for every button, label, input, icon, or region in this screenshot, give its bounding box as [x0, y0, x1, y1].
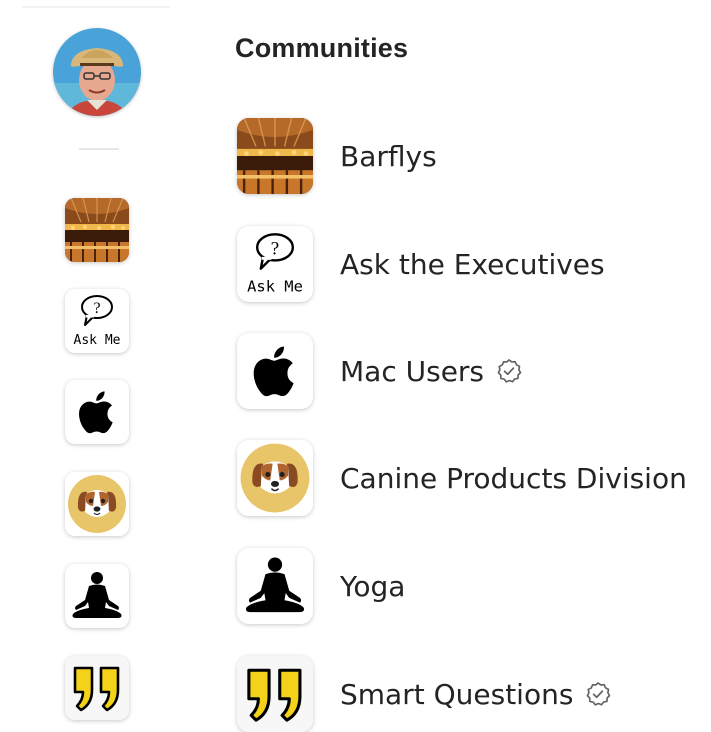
community-item-smart-questions[interactable]: Smart Questions	[230, 648, 700, 732]
community-icon	[237, 548, 313, 624]
community-name: Canine Products Division	[340, 461, 687, 495]
meditation-figure-icon	[65, 564, 129, 628]
verified-badge	[496, 358, 522, 384]
svg-text:?: ?	[271, 239, 279, 260]
rail-community-canine-products-division[interactable]	[65, 472, 129, 536]
rail-community-mac-users[interactable]	[65, 380, 129, 444]
community-icon	[237, 440, 313, 516]
rail-top-divider	[22, 6, 170, 8]
yellow-quote-marks-icon	[237, 656, 313, 732]
svg-text:Ask Me: Ask Me	[247, 277, 303, 295]
community-item-mac-users[interactable]: Mac Users	[230, 325, 700, 417]
bar-interior-photo-icon	[65, 198, 129, 262]
meditation-figure-icon	[237, 548, 313, 624]
user-avatar[interactable]	[53, 28, 141, 116]
community-item-barflys[interactable]: Barflys	[230, 110, 700, 202]
community-name: Smart Questions	[340, 677, 574, 711]
apple-logo-icon	[65, 380, 129, 444]
dog-face-icon	[237, 440, 313, 516]
community-item-ask-the-executives[interactable]: ? Ask Me Ask the Executives	[230, 218, 700, 310]
rail-community-smart-questions[interactable]	[65, 656, 129, 720]
apple-logo-icon	[237, 333, 313, 409]
svg-text:Ask Me: Ask Me	[74, 333, 121, 348]
ask-me-speech-bubble-icon: ? Ask Me	[74, 295, 121, 348]
ask-me-speech-bubble-icon: ? Ask Me	[247, 233, 303, 295]
rail-divider	[79, 148, 119, 150]
yellow-quote-marks-icon	[65, 656, 129, 720]
communities-pane: ? Ask Me Communities Barflys ? Ask Me As…	[0, 0, 711, 732]
rail-community-barflys[interactable]	[65, 198, 129, 262]
verified-badge-icon	[585, 681, 611, 707]
verified-badge-icon	[496, 358, 522, 384]
community-icon	[237, 333, 313, 409]
user-avatar-photo-icon	[53, 28, 141, 116]
community-icon: ? Ask Me	[237, 226, 313, 302]
community-icon	[237, 656, 313, 732]
page-title: Communities	[235, 33, 409, 63]
community-item-yoga[interactable]: Yoga	[230, 540, 700, 632]
rail-community-yoga[interactable]	[65, 564, 129, 628]
verified-badge	[585, 681, 611, 707]
svg-text:?: ?	[93, 300, 100, 317]
community-item-canine-products-division[interactable]: Canine Products Division	[230, 432, 700, 524]
dog-face-icon	[65, 472, 129, 536]
community-name: Barflys	[340, 139, 437, 173]
community-icon	[237, 118, 313, 194]
community-name: Ask the Executives	[340, 247, 605, 281]
community-name: Yoga	[340, 569, 406, 603]
rail-community-ask-the-executives[interactable]: ? Ask Me	[65, 289, 129, 353]
community-name: Mac Users	[340, 354, 485, 388]
bar-interior-photo-icon	[237, 118, 313, 194]
